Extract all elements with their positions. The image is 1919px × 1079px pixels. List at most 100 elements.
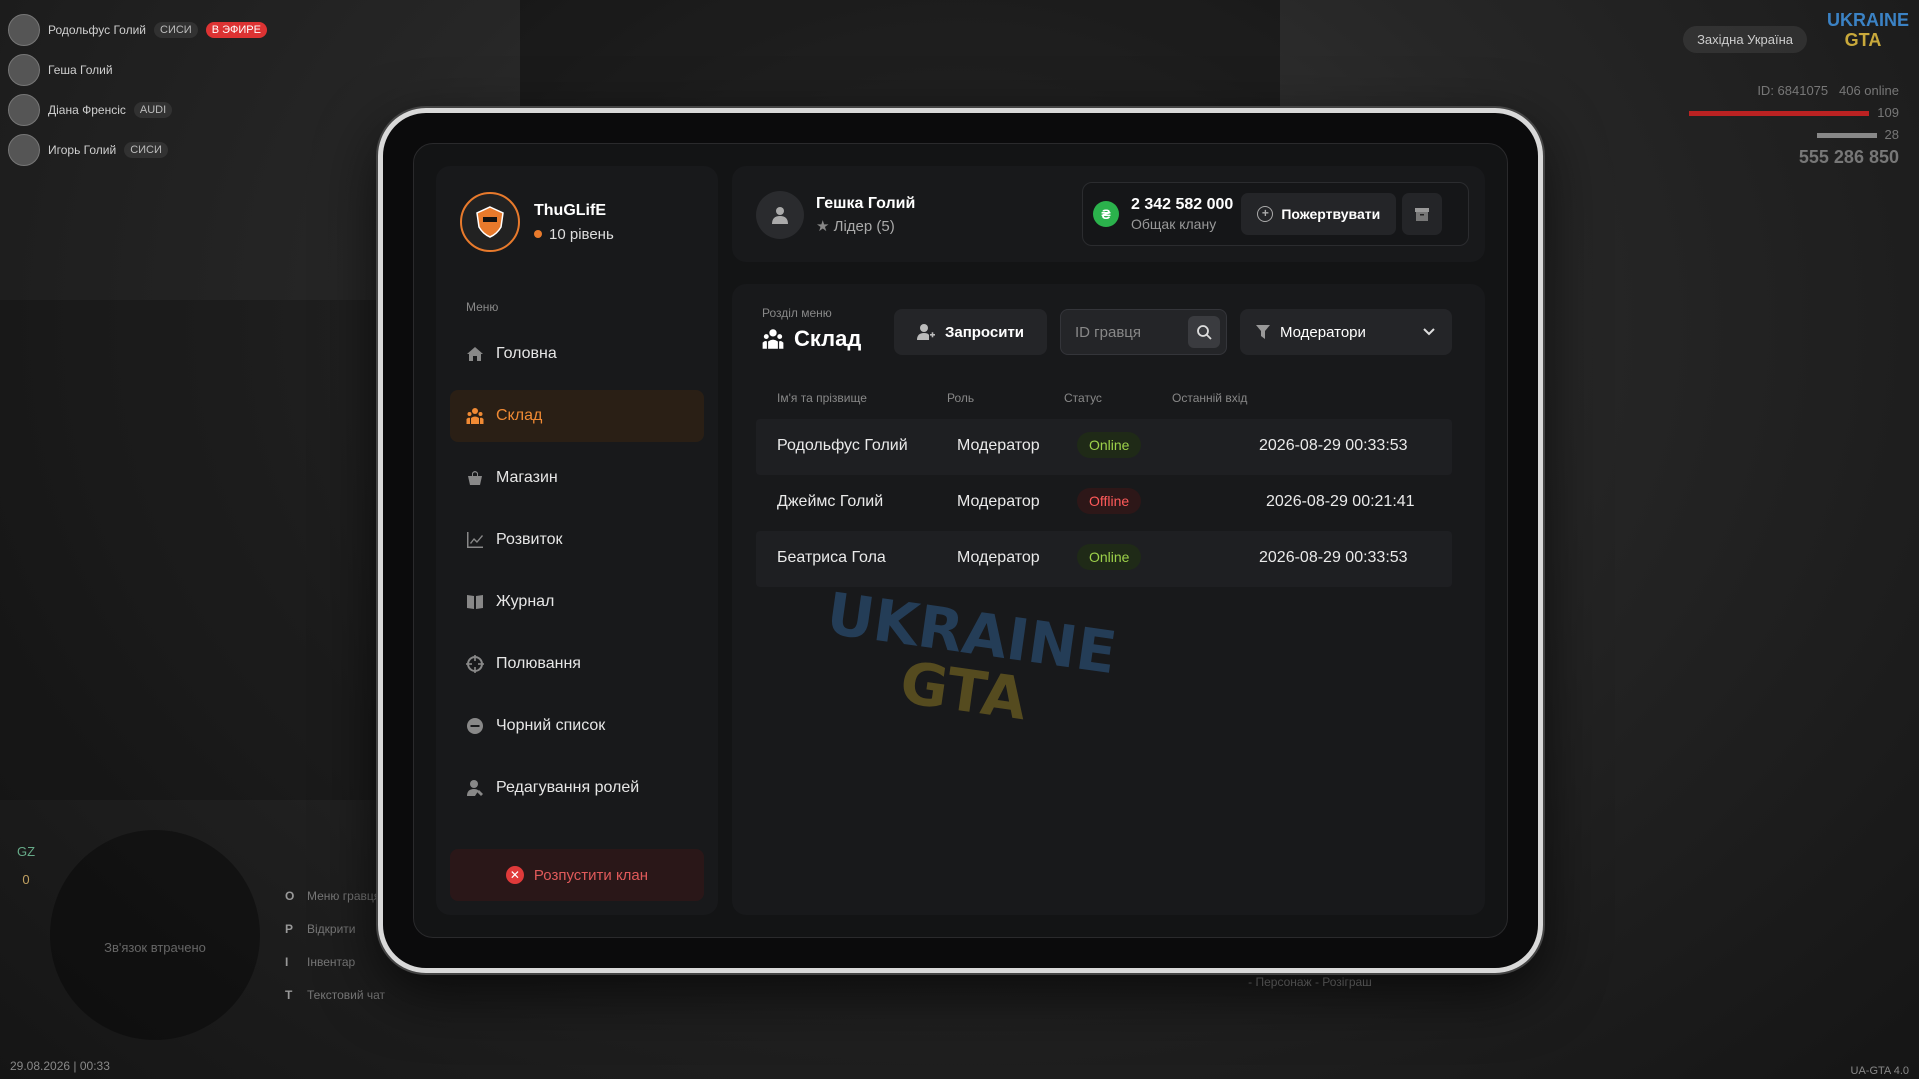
- health-value: 109: [1877, 105, 1899, 120]
- status-badge: Offline: [1077, 488, 1142, 514]
- member-name: Джеймс Голий: [777, 493, 884, 510]
- member-name: Беатриса Гола: [777, 549, 886, 566]
- version-label: UA-GTA 4.0: [1850, 1065, 1909, 1077]
- clan-tablet: ThuGLifE 10 рівень Меню Головна Склад Ма…: [378, 108, 1543, 973]
- status-badge: Online: [1077, 432, 1142, 458]
- game-logo: UKRAINE GTA: [1827, 10, 1909, 56]
- menu-item-label: Головна: [496, 345, 557, 362]
- table-row[interactable]: Джеймс Голий Модератор Offline 2026-08-2…: [756, 475, 1452, 531]
- hryvnia-icon: ₴: [1093, 201, 1119, 227]
- bank-amount: 2 342 582 000: [1131, 196, 1234, 213]
- menu-item-shop[interactable]: Магазин: [450, 452, 704, 504]
- chevron-down-icon: [1423, 328, 1435, 336]
- book-icon: [467, 595, 483, 609]
- tablet-screen: ThuGLifE 10 рівень Меню Головна Склад Ма…: [413, 143, 1508, 938]
- menu-item-edit-roles[interactable]: Редагування ролей: [450, 762, 704, 814]
- money-value: 555 286 850: [1798, 147, 1899, 167]
- shield-icon: [476, 206, 504, 238]
- menu-item-home[interactable]: Головна: [450, 328, 704, 380]
- user-avatar-icon: [756, 191, 804, 239]
- search-icon: [1197, 325, 1212, 340]
- donate-label: Пожертвувати: [1281, 206, 1381, 222]
- invite-button[interactable]: Запросити: [894, 309, 1047, 355]
- home-icon: [467, 347, 483, 361]
- menu-item-development[interactable]: Розвиток: [450, 514, 704, 566]
- member-role: Модератор: [957, 437, 1040, 454]
- chart-icon: [467, 532, 483, 548]
- region-badge: Західна Україна: [1683, 26, 1807, 53]
- menu-item-label: Полювання: [496, 655, 581, 672]
- menu-item-label: Магазин: [496, 469, 558, 486]
- bank-label: Общак клану: [1131, 216, 1217, 232]
- key-hint: T Текстовий чат: [285, 979, 385, 1012]
- avatar: [8, 54, 40, 86]
- clan-bank: ₴ 2 342 582 000 Общак клану + Пожертвува…: [1082, 182, 1469, 246]
- column-header-name: Ім'я та прізвище: [777, 391, 867, 405]
- profile-header: Гешка Голий ★ Лідер (5) ₴ 2 342 582 000 …: [732, 166, 1485, 262]
- key-letter: T: [285, 988, 293, 1002]
- user-role: ★ Лідер (5): [816, 217, 915, 235]
- key-letter: P: [285, 922, 294, 936]
- current-user: Гешка Голий ★ Лідер (5): [756, 191, 915, 239]
- members-table: Родольфус Голий Модератор Online 2026-08…: [756, 419, 1452, 587]
- minimap: Зв'язок втрачено: [50, 830, 260, 1040]
- table-row[interactable]: Беатриса Гола Модератор Online 2026-08-2…: [756, 531, 1452, 587]
- members-icon: [762, 329, 784, 349]
- player-tag: AUDI: [133, 102, 173, 118]
- member-name: Родольфус Голий: [777, 437, 908, 454]
- member-last-login: 2026-08-29 00:33:53: [1259, 549, 1408, 566]
- player-row: Геша Голий: [8, 50, 267, 90]
- invite-label: Запросити: [944, 323, 1025, 341]
- armor-bar: [1816, 133, 1877, 139]
- page-title: Склад: [762, 326, 861, 352]
- banner-label: - Персонаж - Розіграш: [1248, 975, 1372, 989]
- donate-button[interactable]: + Пожертвувати: [1241, 193, 1397, 235]
- search-input[interactable]: [1061, 310, 1186, 354]
- menu-item-label: Редагування ролей: [496, 779, 640, 796]
- key-label: Інвентар: [307, 955, 356, 969]
- player-row: Игорь Голий СИСИ: [8, 130, 267, 170]
- menu-item-journal[interactable]: Журнал: [450, 576, 704, 628]
- online-count: 406 online: [1839, 83, 1899, 98]
- table-row[interactable]: Родольфус Голий Модератор Online 2026-08…: [756, 419, 1452, 475]
- event-banner: - Персонаж - Розіграш: [1210, 975, 1410, 989]
- page-title-label: Склад: [794, 326, 862, 351]
- health-bar: [1689, 111, 1870, 117]
- gangzone-indicator: GZ 0: [13, 838, 39, 894]
- star-icon: ★: [816, 218, 830, 235]
- filter-value: Модератори: [1280, 323, 1366, 341]
- bank-history-button[interactable]: [1402, 193, 1443, 235]
- disband-clan-button[interactable]: ✕ Розпустити клан: [450, 849, 704, 901]
- background-board: [520, 0, 1280, 110]
- search-button[interactable]: [1188, 316, 1220, 348]
- crosshair-icon: [466, 655, 484, 673]
- clan-level-label: 10 рівень: [549, 225, 614, 243]
- live-badge: В ЭФИРЕ: [205, 22, 267, 38]
- watermark-text-1: UKRAINE: [822, 579, 1121, 688]
- role-filter-dropdown[interactable]: Модератори: [1240, 309, 1452, 355]
- members-icon: [466, 408, 484, 424]
- column-header-last-login: Останній вхід: [1172, 391, 1248, 405]
- key-hint: P Відкрити: [285, 913, 385, 946]
- player-list: Родольфус Голий СИСИ В ЭФИРЕ Геша Голий …: [8, 10, 267, 170]
- player-name: Діана Френсіс: [48, 103, 126, 117]
- region-label: Західна Україна: [1683, 26, 1807, 53]
- menu-item-members[interactable]: Склад: [450, 390, 704, 442]
- avatar: [8, 94, 40, 126]
- player-name: Игорь Голий: [48, 143, 117, 157]
- minimap-status: Зв'язок втрачено: [104, 940, 206, 955]
- menu-item-blacklist[interactable]: Чорний список: [450, 700, 704, 752]
- player-tag: СИСИ: [124, 142, 168, 158]
- level-dot-icon: [534, 230, 542, 238]
- player-name: Родольфус Голий: [48, 23, 147, 37]
- plus-icon: +: [1257, 206, 1274, 222]
- archive-icon: [1415, 208, 1430, 221]
- clan-header: ThuGLifE 10 рівень: [436, 166, 718, 278]
- player-id: ID: 6841075: [1757, 83, 1829, 98]
- player-stats: ID: 6841075 406 online 109 28 555 286 85…: [1689, 80, 1899, 168]
- menu-item-hunting[interactable]: Полювання: [450, 638, 704, 690]
- user-name: Гешка Голий: [816, 195, 916, 212]
- key-hint: O Меню гравця: [285, 880, 385, 913]
- player-row: Діана Френсіс AUDI: [8, 90, 267, 130]
- member-role: Модератор: [957, 493, 1040, 510]
